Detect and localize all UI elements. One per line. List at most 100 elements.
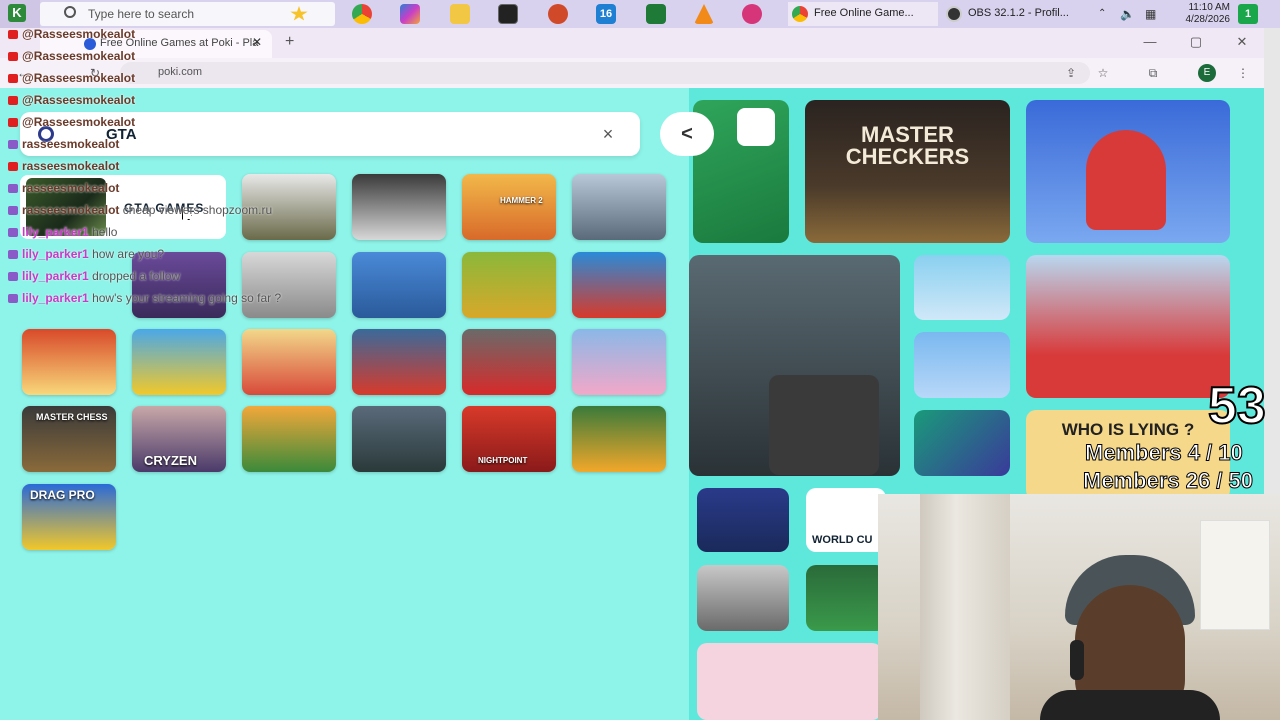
- chat-user: lily_parker1: [22, 225, 89, 239]
- members-goal-a: Members 4 / 10: [1085, 440, 1244, 466]
- chevron-up-icon[interactable]: ⌃: [1098, 8, 1110, 20]
- youtube-icon: [8, 52, 18, 62]
- chat-message: @Rasseesmokealot: [8, 71, 135, 85]
- game-tile-bike-rider[interactable]: [242, 252, 336, 318]
- taskbar-window-obs[interactable]: OBS 32.1.2 - Profil...: [942, 2, 1092, 26]
- start-button[interactable]: K: [0, 0, 40, 28]
- stream-counter: 53: [1207, 377, 1267, 435]
- app-icon[interactable]: [498, 4, 518, 24]
- game-tile-city-drive[interactable]: [352, 406, 446, 472]
- chat-message: @Rasseesmokealot: [8, 49, 135, 63]
- game-tile-nightpoint[interactable]: NIGHTPOINT: [462, 406, 556, 472]
- close-icon[interactable]: ×: [598, 124, 618, 144]
- game-tile-count-master[interactable]: [914, 332, 1010, 398]
- address-bar[interactable]: poki.com: [120, 62, 1090, 84]
- game-tile-tank[interactable]: [572, 174, 666, 240]
- network-icon[interactable]: ▦: [1145, 7, 1159, 21]
- new-tab-button[interactable]: +: [285, 34, 301, 50]
- webcam-person-shirt: [1040, 690, 1220, 720]
- game-tile-voxel-car[interactable]: [352, 174, 446, 240]
- game-tile-taxi[interactable]: [462, 252, 556, 318]
- game-tile-king-thief[interactable]: [242, 329, 336, 395]
- game-tile-dress-up[interactable]: [697, 643, 882, 720]
- game-tile-red-car[interactable]: [462, 329, 556, 395]
- game-tile-hammer[interactable]: HAMMER 2: [462, 174, 556, 240]
- bookmark-star-icon[interactable]: ☆: [1096, 66, 1110, 80]
- game-tile-soccer[interactable]: [806, 565, 886, 631]
- game-tile-shooter[interactable]: [697, 565, 789, 631]
- game-tile-ragdoll[interactable]: [22, 329, 116, 395]
- tab-close-icon[interactable]: ✕: [250, 35, 264, 49]
- chat-text: cheap viewers shopzoom.ru: [122, 203, 273, 217]
- game-tile-pizza-car[interactable]: [572, 252, 666, 318]
- game-tile-8-ball-pool[interactable]: [697, 488, 789, 552]
- game-tile-cryzen[interactable]: CRYZEN: [132, 406, 226, 472]
- chat-user: rasseesmokealot: [22, 181, 120, 195]
- webcam-wall-frame: [1200, 520, 1270, 630]
- collapse-button[interactable]: <: [660, 112, 714, 156]
- chat-text: how are you?: [92, 247, 165, 261]
- copilot-icon[interactable]: [400, 4, 420, 24]
- taskbar-search-box[interactable]: Type here to search: [40, 2, 335, 26]
- chat-message: @Rasseesmokealot: [8, 115, 135, 129]
- game-tile-car-drift[interactable]: [352, 329, 446, 395]
- app-badge-icon[interactable]: 16: [596, 4, 616, 24]
- game-tile-master-checkers[interactable]: MASTER CHECKERS: [805, 100, 1010, 243]
- youtube-icon: [8, 162, 18, 172]
- extensions-icon[interactable]: ⧉: [1146, 66, 1160, 80]
- profile-avatar[interactable]: E: [1198, 64, 1216, 82]
- obs-icon: [946, 6, 962, 22]
- folder-icon[interactable]: [450, 4, 470, 24]
- game-tile-world-cup[interactable]: WORLD CU: [806, 488, 886, 552]
- menu-dots-icon[interactable]: ⋮: [1236, 66, 1250, 80]
- game-tile-subway[interactable]: [572, 329, 666, 395]
- game-tile-drag-pro[interactable]: DRAG PRO: [22, 484, 116, 550]
- game-tile-gangster[interactable]: [132, 252, 226, 318]
- chat-user: @Rasseesmokealot: [22, 93, 136, 107]
- game-tile-yellow-car[interactable]: [132, 329, 226, 395]
- music-icon[interactable]: [742, 4, 762, 24]
- terminal-icon[interactable]: [646, 4, 666, 24]
- chat-message: rasseesmokealot cheap viewers shopzoom.r…: [8, 203, 272, 217]
- chat-user: rasseesmokealot: [22, 159, 120, 173]
- volume-icon[interactable]: 🔈: [1120, 7, 1135, 21]
- youtube-icon: [8, 96, 18, 106]
- chrome-icon[interactable]: [352, 4, 372, 24]
- game-tile-sprinter[interactable]: [1026, 255, 1230, 398]
- chat-user: lily_parker1: [22, 269, 89, 283]
- dice-icon: [737, 108, 775, 146]
- chat-message: lily_parker1 dropped a follow: [8, 269, 180, 283]
- chat-message: @Rasseesmokealot: [8, 93, 135, 107]
- twitch-icon: [8, 294, 18, 304]
- twitch-icon: [8, 140, 18, 150]
- maximize-icon[interactable]: ▢: [1186, 34, 1206, 50]
- close-window-icon[interactable]: ✕: [1232, 34, 1252, 50]
- twitch-icon: [8, 206, 18, 216]
- chat-user: rasseesmokealot: [22, 203, 120, 217]
- game-tile-zombie-shooter[interactable]: [689, 255, 900, 476]
- game-tile-slope[interactable]: [914, 410, 1010, 476]
- game-tile-truck-explosion[interactable]: [572, 406, 666, 472]
- chat-message: lily_parker1 how are you?: [8, 247, 164, 261]
- minimize-icon[interactable]: —: [1140, 34, 1160, 50]
- game-tile-cartoon[interactable]: [242, 406, 336, 472]
- game-icon[interactable]: [548, 4, 568, 24]
- taskbar-clock[interactable]: 11:10 AM 4/28/2026: [1170, 2, 1231, 26]
- chat-text: dropped a follow: [92, 269, 181, 283]
- twitch-icon: [8, 228, 18, 238]
- notification-icon[interactable]: 1: [1238, 4, 1258, 24]
- taskbar-search-placeholder: Type here to search: [88, 7, 195, 21]
- cast-icon[interactable]: ⇪: [1064, 66, 1078, 80]
- game-tile-master-chess[interactable]: MASTER CHESS: [22, 406, 116, 472]
- twitch-icon: [8, 184, 18, 194]
- game-tile-subway-surfers[interactable]: [1026, 100, 1230, 243]
- chat-user: rasseesmokealot: [22, 137, 120, 151]
- taskbar-window-chrome[interactable]: Free Online Game...: [788, 2, 938, 26]
- game-tile-police-car[interactable]: [352, 252, 446, 318]
- character-image: [1086, 130, 1166, 230]
- game-tile-moto-x3m[interactable]: [914, 255, 1010, 320]
- game-title: WHO IS LYING ?: [1061, 420, 1195, 439]
- game-title: DRAG PRO: [30, 488, 95, 502]
- chrome-icon: [792, 6, 808, 22]
- chat-message: @Rasseesmokealot: [8, 27, 135, 41]
